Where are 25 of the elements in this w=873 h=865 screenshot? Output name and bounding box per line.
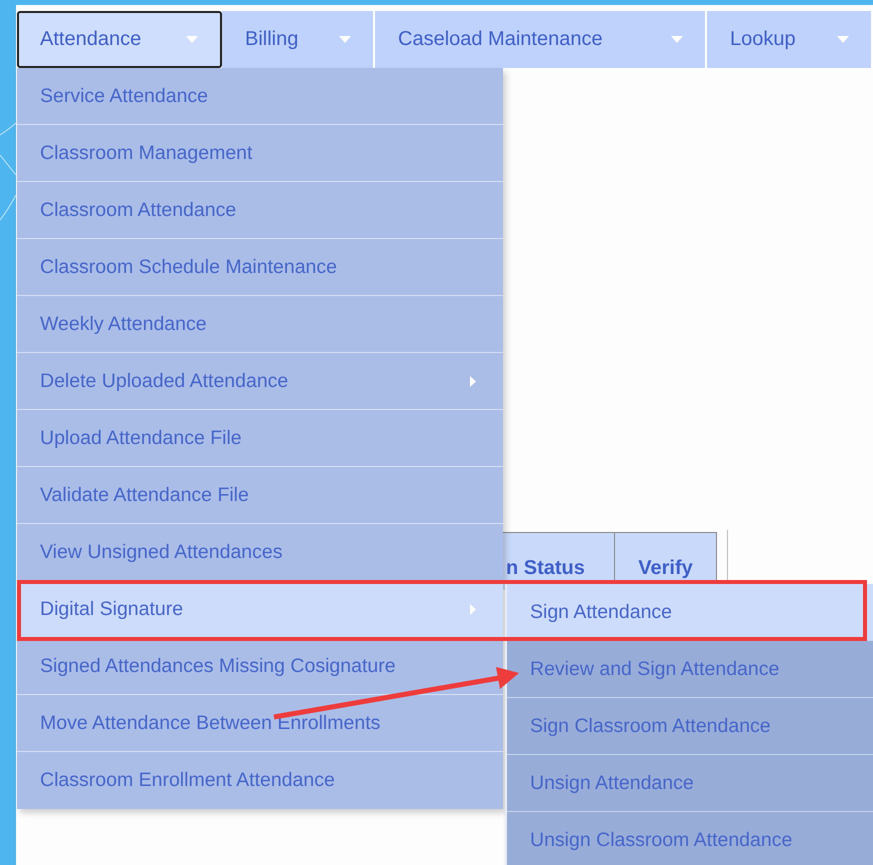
menu-item[interactable]: Classroom Management [17,125,503,182]
submenu-item[interactable]: Unsign Attendance [507,755,873,812]
caret-icon [186,36,198,43]
nav-tab[interactable]: Caseload Maintenance [375,11,707,68]
submenu-arrow-icon [470,376,476,386]
nav-tab[interactable]: Billing [222,11,375,68]
menu-item[interactable]: Validate Attendance File [17,467,503,524]
menu-item[interactable]: Delete Uploaded Attendance [17,353,503,410]
menu-item[interactable]: Move Attendance Between Enrollments [17,695,503,752]
nav-tab[interactable]: Lookup [707,11,873,68]
nav-tab[interactable]: Attendance [17,11,222,68]
menu-item[interactable]: Upload Attendance File [17,410,503,467]
caret-icon [671,36,683,43]
submenu-item[interactable]: Sign Classroom Attendance [507,698,873,755]
menu-item[interactable]: Weekly Attendance [17,296,503,353]
menu-item[interactable]: Classroom Attendance [17,182,503,239]
submenu-arrow-icon [470,604,476,614]
submenu-item[interactable]: Unsign Classroom Attendance [507,812,873,865]
menu-item[interactable]: Classroom Enrollment Attendance [17,752,503,809]
caret-icon [339,36,351,43]
submenu-item[interactable]: Sign Attendance [507,584,873,641]
caret-icon [837,36,849,43]
menu-item[interactable]: Classroom Schedule Maintenance [17,239,503,296]
menu-item[interactable]: View Unsigned Attendances [17,524,503,581]
menu-item[interactable]: Service Attendance [17,68,503,125]
